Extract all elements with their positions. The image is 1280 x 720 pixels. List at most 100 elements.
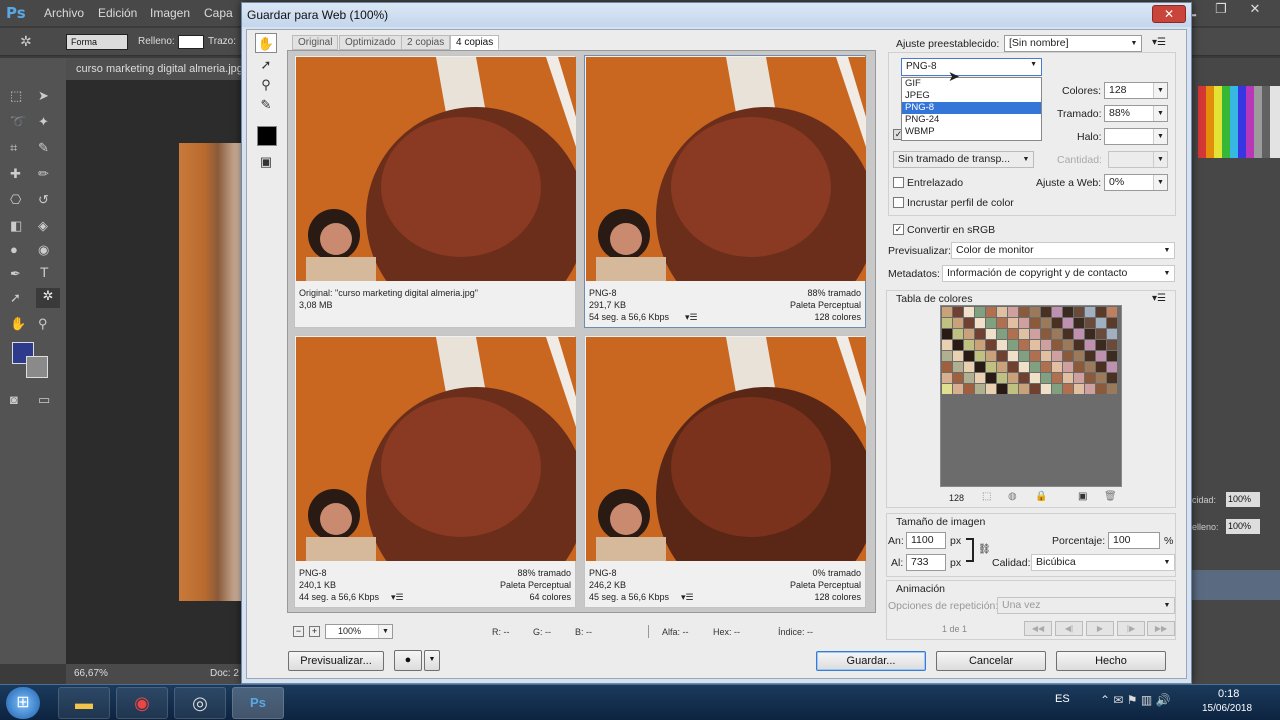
color-swatch[interactable]	[942, 340, 952, 350]
matte-select[interactable]: ▼	[1104, 128, 1168, 145]
color-swatch[interactable]	[975, 318, 985, 328]
color-swatch[interactable]	[997, 307, 1007, 317]
blur-tool-icon[interactable]: ●	[10, 242, 18, 257]
color-swatch[interactable]	[1008, 362, 1018, 372]
color-swatch[interactable]	[1030, 373, 1040, 383]
background-color-swatch[interactable]	[26, 356, 48, 378]
crop-tool-icon[interactable]: ⌗	[10, 140, 17, 156]
color-swatch[interactable]	[953, 307, 963, 317]
color-swatch[interactable]	[1074, 329, 1084, 339]
percent-input[interactable]: 100	[1108, 532, 1160, 549]
color-swatch[interactable]	[975, 340, 985, 350]
color-swatch[interactable]	[1107, 384, 1117, 394]
color-swatch[interactable]	[964, 373, 974, 383]
color-swatch[interactable]	[1019, 373, 1029, 383]
color-swatch[interactable]	[964, 318, 974, 328]
color-swatch[interactable]	[953, 329, 963, 339]
quality-select[interactable]: Bicúbica ▼	[1031, 554, 1175, 571]
zoom-level[interactable]: 66,67%	[74, 668, 108, 679]
path-select-icon[interactable]: ➚	[10, 290, 21, 306]
color-swatch[interactable]	[1030, 318, 1040, 328]
color-swatch[interactable]	[953, 373, 963, 383]
color-swatch[interactable]	[1041, 373, 1051, 383]
lasso-tool-icon[interactable]: ➰	[10, 114, 26, 130]
convert-srgb-checkbox[interactable]: ✓	[893, 224, 904, 235]
hand-tool-icon[interactable]: ✋	[255, 33, 277, 53]
menu-imagen[interactable]: Imagen	[150, 6, 190, 20]
color-swatch[interactable]	[1041, 318, 1051, 328]
color-swatch[interactable]	[1063, 384, 1073, 394]
color-swatch[interactable]	[1052, 384, 1062, 394]
color-swatch[interactable]	[997, 318, 1007, 328]
color-swatch[interactable]	[1019, 340, 1029, 350]
color-swatch[interactable]	[1074, 351, 1084, 361]
color-swatch[interactable]	[1107, 340, 1117, 350]
color-swatch[interactable]	[942, 318, 952, 328]
color-swatch[interactable]	[1008, 318, 1018, 328]
map-color-icon[interactable]: ⬚	[982, 491, 991, 502]
layer-row[interactable]	[1190, 570, 1280, 600]
magic-wand-icon[interactable]: ✦	[38, 114, 49, 130]
color-swatch[interactable]	[986, 384, 996, 394]
fill-opacity-value[interactable]: 100%	[1226, 519, 1260, 534]
tab-2-up[interactable]: 2 copias	[401, 35, 451, 50]
type-tool-icon[interactable]: T	[40, 264, 49, 280]
color-swatch[interactable]	[1030, 329, 1040, 339]
color-swatch[interactable]	[1063, 329, 1073, 339]
color-swatch[interactable]	[1085, 329, 1095, 339]
menu-capa[interactable]: Capa	[204, 6, 233, 20]
cancel-button[interactable]: Cancelar	[936, 651, 1046, 671]
start-button-icon[interactable]: ⊞	[6, 687, 40, 719]
embed-profile-checkbox[interactable]	[893, 197, 904, 208]
stamp-tool-icon[interactable]: ⎔	[10, 192, 21, 208]
color-swatch[interactable]	[1063, 340, 1073, 350]
color-swatch[interactable]	[1096, 329, 1106, 339]
color-swatch[interactable]	[1052, 340, 1062, 350]
color-swatch[interactable]	[997, 340, 1007, 350]
color-swatch[interactable]	[1096, 362, 1106, 372]
photoshop-taskbar-icon[interactable]: Ps	[232, 687, 284, 719]
color-table-menu-icon[interactable]: ▾☰	[1152, 293, 1166, 304]
tab-original[interactable]: Original	[292, 35, 339, 50]
color-swatch[interactable]	[1019, 318, 1029, 328]
color-swatch[interactable]	[1074, 362, 1084, 372]
pane-menu-icon[interactable]: ▾☰	[681, 591, 694, 604]
color-swatch[interactable]	[1063, 351, 1073, 361]
preview-pane-2[interactable]: PNG-8 291,7 KB 54 seg. a 56,6 Kbps ▾☰ 88…	[584, 55, 866, 328]
color-swatch[interactable]	[1107, 329, 1117, 339]
brush-tool-icon[interactable]: ✏	[38, 166, 49, 182]
web-snap-select[interactable]: 0% ▼	[1104, 174, 1168, 191]
color-swatch[interactable]	[964, 340, 974, 350]
tray-icons[interactable]: ⌃ ✉ ⚑ ▥ 🔊	[1100, 693, 1170, 707]
color-swatch[interactable]	[1019, 329, 1029, 339]
save-button[interactable]: Guardar...	[816, 651, 926, 671]
color-swatch[interactable]	[1096, 351, 1106, 361]
close-icon[interactable]: ✕	[1240, 0, 1270, 20]
format-option-png8[interactable]: PNG-8	[902, 102, 1041, 114]
zoom-tool-icon[interactable]: ⚲	[255, 75, 277, 95]
marquee-tool-icon[interactable]: ⬚	[10, 88, 22, 104]
color-swatch[interactable]	[1052, 329, 1062, 339]
color-swatch[interactable]	[1085, 318, 1095, 328]
screen-mode-icon[interactable]: ▭	[38, 392, 50, 408]
color-swatch[interactable]	[1019, 362, 1029, 372]
shape-tool-icon[interactable]: ✲	[20, 33, 32, 50]
done-button[interactable]: Hecho	[1056, 651, 1166, 671]
format-option-jpeg[interactable]: JPEG	[902, 90, 1041, 102]
color-swatch[interactable]	[997, 351, 1007, 361]
menu-edicion[interactable]: Edición	[98, 6, 137, 20]
color-swatch[interactable]	[975, 384, 985, 394]
color-swatch[interactable]	[953, 340, 963, 350]
color-swatch[interactable]	[1030, 362, 1040, 372]
swatches-panel[interactable]	[1198, 86, 1280, 158]
colors-select[interactable]: 128 ▼	[1104, 82, 1168, 99]
slice-select-icon[interactable]: ➚	[255, 55, 277, 75]
color-swatch[interactable]	[1063, 307, 1073, 317]
color-swatch[interactable]	[1052, 307, 1062, 317]
zoom-in-icon[interactable]: +	[309, 626, 320, 637]
tab-optimized[interactable]: Optimizado	[339, 35, 402, 50]
color-swatch[interactable]	[1008, 340, 1018, 350]
preview-pane-3[interactable]: PNG-8 240,1 KB 44 seg. a 56,6 Kbps ▾☰ 88…	[294, 335, 576, 608]
link-icon[interactable]: ⛓	[978, 544, 991, 555]
tab-4-up[interactable]: 4 copias	[450, 35, 500, 50]
